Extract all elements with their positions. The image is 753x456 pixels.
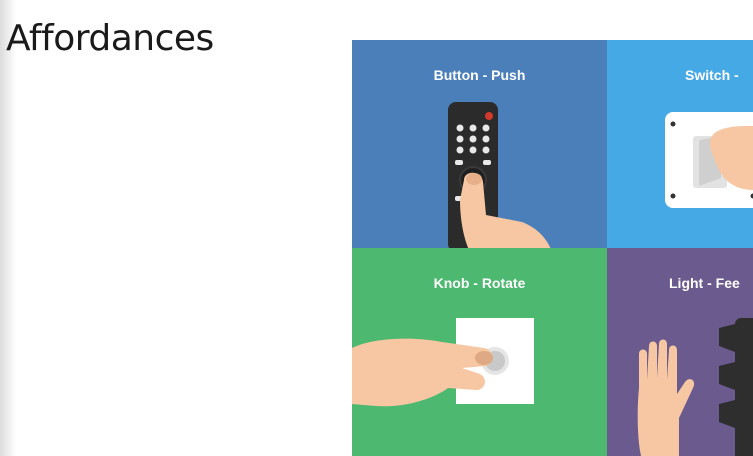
affordances-figure: Button - Push Switch - Knob - Rotate Lig… — [352, 40, 753, 456]
panel-light-feel: Light - Fee — [607, 248, 753, 456]
panel-switch: Switch - — [607, 40, 753, 248]
light-switch-hand-icon — [665, 112, 753, 208]
window-edge-shadow — [0, 0, 16, 456]
panel-button-push: Button - Push — [352, 40, 607, 248]
raised-hand-traffic-light-icon — [637, 318, 753, 456]
knob-hand-icon — [352, 318, 534, 407]
slide-title: Affordances — [6, 18, 214, 59]
panel-knob-rotate: Knob - Rotate — [352, 248, 607, 456]
remote-control-hand-icon — [448, 102, 551, 248]
